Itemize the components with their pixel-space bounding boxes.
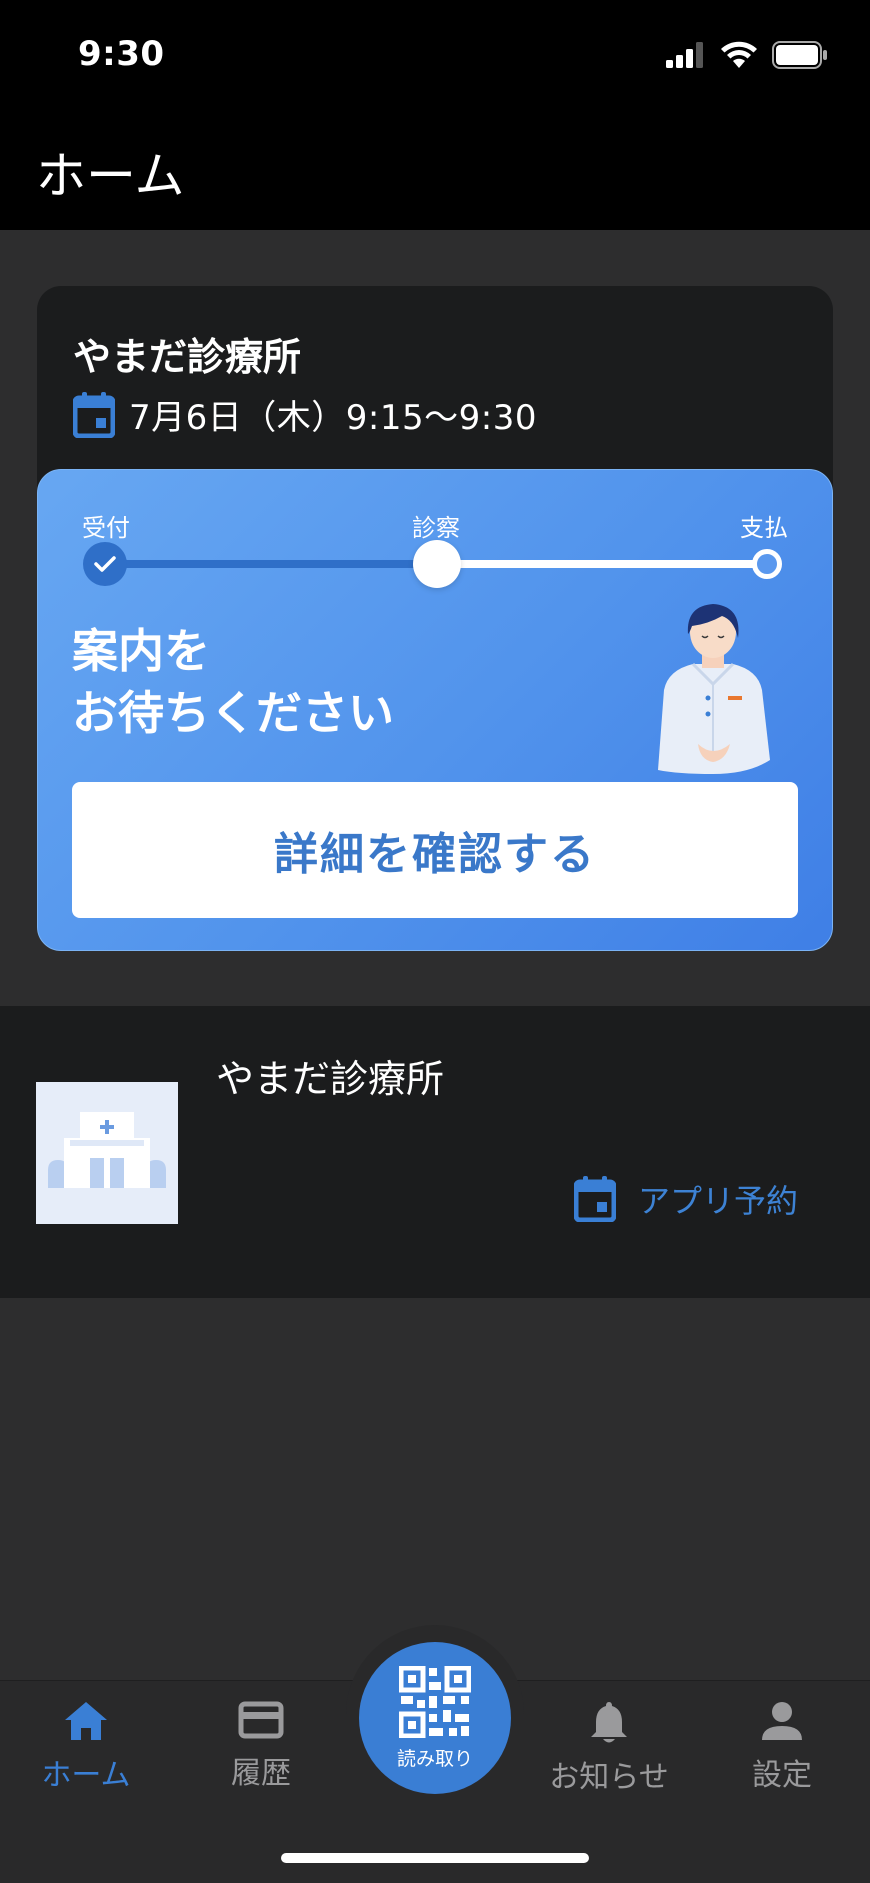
signal-icon [666, 42, 703, 68]
app-header: ホーム [0, 110, 870, 230]
nav-settings-label: 設定 [752, 1758, 812, 1793]
nav-history-label: 履歴 [231, 1756, 291, 1791]
appointment-date-row: 7月6日（木）9:15〜9:30 [73, 390, 537, 439]
app-reservation-label: アプリ予約 [637, 1182, 798, 1220]
scan-qr-label: 読み取り [396, 1747, 473, 1770]
step-label-consultation: 診察 [412, 514, 460, 542]
app-reservation-link[interactable]: アプリ予約 [573, 1176, 798, 1222]
home-indicator [281, 1853, 589, 1863]
wait-message-line2: お待ちください [72, 686, 394, 740]
nav-history[interactable]: 履歴 [191, 1700, 331, 1792]
nav-notifications[interactable]: お知らせ [539, 1700, 679, 1796]
step-dot-payment [752, 549, 782, 579]
status-bar: 9:30 [0, 0, 870, 110]
appointment-date: 7月6日（木）9:15〜9:30 [129, 398, 537, 438]
step-dot-consultation [413, 540, 461, 588]
battery-icon [772, 41, 827, 69]
check-icon [94, 556, 116, 572]
clinic-list-item[interactable]: やまだ診療所 アプリ予約 [0, 1006, 870, 1298]
card-icon [238, 1701, 284, 1739]
hospital-icon [48, 1112, 166, 1188]
wait-message: 案内を お待ちください [72, 620, 394, 744]
nav-home-label: ホーム [41, 1758, 131, 1793]
status-icons [666, 38, 828, 72]
wifi-icon [721, 41, 757, 68]
visit-status-panel: 受付 診察 支払 案内を お待ちください 詳細を確認する [37, 469, 833, 951]
person-icon [762, 1702, 802, 1740]
status-time: 9:30 [78, 34, 165, 74]
nav-notifications-label: お知らせ [549, 1760, 669, 1795]
calendar-icon [573, 1176, 616, 1222]
nav-home[interactable]: ホーム [16, 1700, 156, 1794]
step-dot-reception [83, 542, 127, 586]
bell-icon [591, 1702, 627, 1743]
nurse-illustration [658, 604, 770, 774]
scan-qr-button[interactable]: 読み取り [359, 1642, 511, 1794]
appointment-clinic-name: やまだ診療所 [73, 335, 302, 379]
progress-fill [106, 560, 436, 568]
clinic-thumbnail [36, 1082, 178, 1224]
step-label-reception: 受付 [82, 514, 130, 542]
page-title: ホーム [36, 147, 185, 205]
qr-code-icon [399, 1665, 471, 1738]
clinic-name: やまだ診療所 [216, 1057, 445, 1101]
step-label-payment: 支払 [740, 514, 788, 542]
nav-settings[interactable]: 設定 [712, 1700, 852, 1794]
home-icon [65, 1702, 107, 1740]
wait-message-line1: 案内を [72, 624, 210, 678]
calendar-icon [73, 391, 115, 438]
view-details-button[interactable]: 詳細を確認する [72, 782, 798, 918]
